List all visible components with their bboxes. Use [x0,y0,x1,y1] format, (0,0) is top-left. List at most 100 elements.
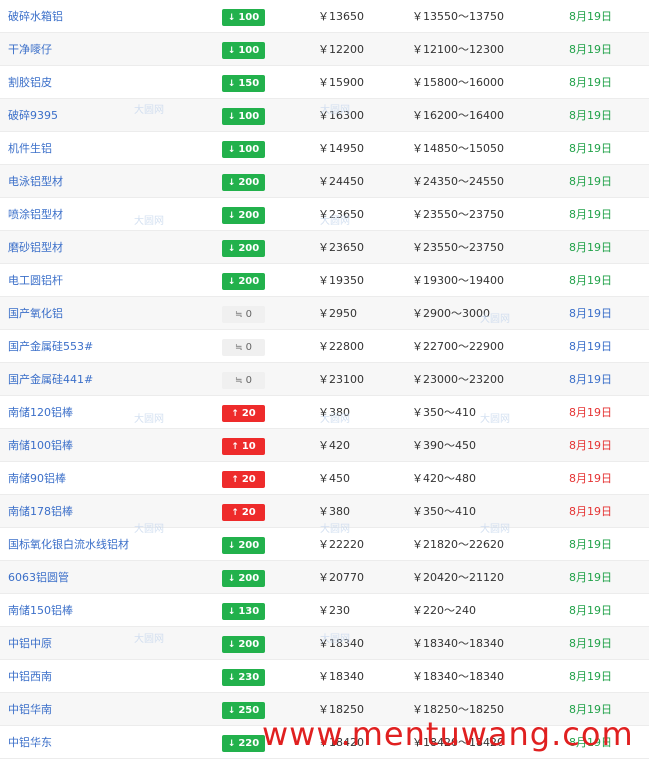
product-name-link[interactable]: 国标氧化银白流水线铝材 [8,528,129,561]
product-name-link[interactable]: 干净嘜仔 [8,33,52,66]
date-cell: 8月19日 [569,109,612,122]
product-name-link[interactable]: 南储90铝棒 [8,462,66,495]
product-name-link[interactable]: 南储120铝棒 [8,396,73,429]
change-cell: ↓ 250 [222,701,265,719]
date-cell: 8月19日 [569,10,612,23]
product-name-link[interactable]: 中铝华南 [8,693,52,726]
date-cell: 8月19日 [569,175,612,188]
table-row: 干净嘜仔 ↓ 100 ￥12200 ￥12100～12300 8月19日 [0,33,649,66]
product-name-link[interactable]: 机件生铝 [8,132,52,165]
change-value: 20 [241,408,256,419]
change-value: 200 [238,276,260,287]
logo-watermark: 大圆网 [480,524,510,535]
change-cell: ↑ 20 [222,470,265,488]
product-name-link[interactable]: 南储150铝棒 [8,594,73,627]
date-cell: 8月19日 [569,670,612,683]
change-cell: ↓ 100 [222,41,265,59]
change-value: 0 [245,342,252,353]
price-range: ￥24350～24550 [412,175,504,188]
arrow-down-icon: ↓ [227,706,236,716]
product-name-link[interactable]: 磨砂铝型材 [8,231,63,264]
product-name-link[interactable]: 破碎9395 [8,99,58,132]
price-range: ￥23550～23750 [412,208,504,221]
product-name-link[interactable]: 南储178铝棒 [8,495,73,528]
arrow-up-icon: ↑ [231,409,239,419]
date-cell: 8月19日 [569,571,612,584]
site-watermark: www.mentuwang.com [262,715,634,753]
product-name-link[interactable]: 国产金属硅553# [8,330,93,363]
product-name-link[interactable]: 喷涂铝型材 [8,198,63,231]
date-cell: 8月19日 [569,439,612,452]
price-range: ￥15800～16000 [412,76,504,89]
table-row: 磨砂铝型材 ↓ 200 ￥23650 ￥23550～23750 8月19日 [0,231,649,264]
price-range: ￥23000～23200 [412,373,504,386]
date-cell: 8月19日 [569,142,612,155]
change-value: 100 [238,144,260,155]
change-value: 10 [241,441,256,452]
logo-watermark: 大圆网 [480,314,510,325]
change-badge: ↓ 150 [222,75,265,92]
product-name-link[interactable]: 南储100铝棒 [8,429,73,462]
table-row: 南储150铝棒 ↓ 130 ￥230 ￥220～240 8月19日 [0,594,649,627]
date-cell: 8月19日 [569,538,612,551]
change-badge: ↓ 100 [222,42,265,59]
logo-watermark: 大圆网 [134,414,164,425]
change-cell: ↓ 220 [222,734,265,752]
product-name-link[interactable]: 国产氧化铝 [8,297,63,330]
price-range: ￥14850～15050 [412,142,504,155]
change-value: 100 [238,12,260,23]
change-badge: ↓ 200 [222,537,265,554]
date-cell: 8月19日 [569,340,612,353]
arrow-down-icon: ↓ [227,79,236,89]
table-row: 南储100铝棒 ↑ 10 ￥420 ￥390～450 8月19日 [0,429,649,462]
change-value: 100 [238,45,260,56]
logo-watermark: 大圆网 [320,524,350,535]
change-cell: ≒ 0 [222,338,265,356]
change-cell: ↓ 200 [222,173,265,191]
product-name-link[interactable]: 6063铝圆管 [8,561,69,594]
price-range: ￥23550～23750 [412,241,504,254]
change-value: 200 [238,573,260,584]
change-value: 100 [238,111,260,122]
date-cell: 8月19日 [569,76,612,89]
change-cell: ↓ 150 [222,74,265,92]
product-name-link[interactable]: 中铝西南 [8,660,52,693]
change-cell: ↓ 100 [222,107,265,125]
product-name-link[interactable]: 割胶铝皮 [8,66,52,99]
change-cell: ↑ 10 [222,437,265,455]
logo-watermark: 大圆网 [320,105,350,116]
change-badge: ↓ 200 [222,570,265,587]
product-name-link[interactable]: 国产金属硅441# [8,363,93,396]
product-name-link[interactable]: 中铝中原 [8,627,52,660]
change-value: 200 [238,540,260,551]
change-badge: ≒ 0 [222,306,265,323]
date-cell: 8月19日 [569,406,612,419]
table-row: 机件生铝 ↓ 100 ￥14950 ￥14850～15050 8月19日 [0,132,649,165]
price-range: ￥350～410 [412,406,476,419]
product-name-link[interactable]: 电工圆铝杆 [8,264,63,297]
avg-price: ￥19350 [318,274,364,287]
avg-price: ￥420 [318,439,350,452]
change-value: 200 [238,210,260,221]
arrow-down-icon: ↓ [227,673,236,683]
logo-watermark: 大圆网 [134,105,164,116]
change-cell: ↓ 100 [222,8,265,26]
table-row: 南储90铝棒 ↑ 20 ￥450 ￥420～480 8月19日 [0,462,649,495]
avg-price: ￥18340 [318,670,364,683]
avg-price: ￥2950 [318,307,357,320]
change-badge: ↑ 10 [222,438,265,455]
table-row: 6063铝圆管 ↓ 200 ￥20770 ￥20420～21120 8月19日 [0,561,649,594]
change-value: 0 [245,309,252,320]
approx-equal-icon: ≒ [235,376,243,386]
change-cell: ↓ 200 [222,635,265,653]
price-range: ￥220～240 [412,604,476,617]
price-range: ￥420～480 [412,472,476,485]
table-row: 中铝西南 ↓ 230 ￥18340 ￥18340～18340 8月19日 [0,660,649,693]
date-cell: 8月19日 [569,43,612,56]
arrow-down-icon: ↓ [227,145,236,155]
product-name-link[interactable]: 中铝华东 [8,726,52,759]
price-range: ￥18340～18340 [412,637,504,650]
product-name-link[interactable]: 破碎水箱铝 [8,0,63,33]
product-name-link[interactable]: 电泳铝型材 [8,165,63,198]
table-row: 国产氧化铝 ≒ 0 ￥2950 ￥2900～3000 8月19日 [0,297,649,330]
